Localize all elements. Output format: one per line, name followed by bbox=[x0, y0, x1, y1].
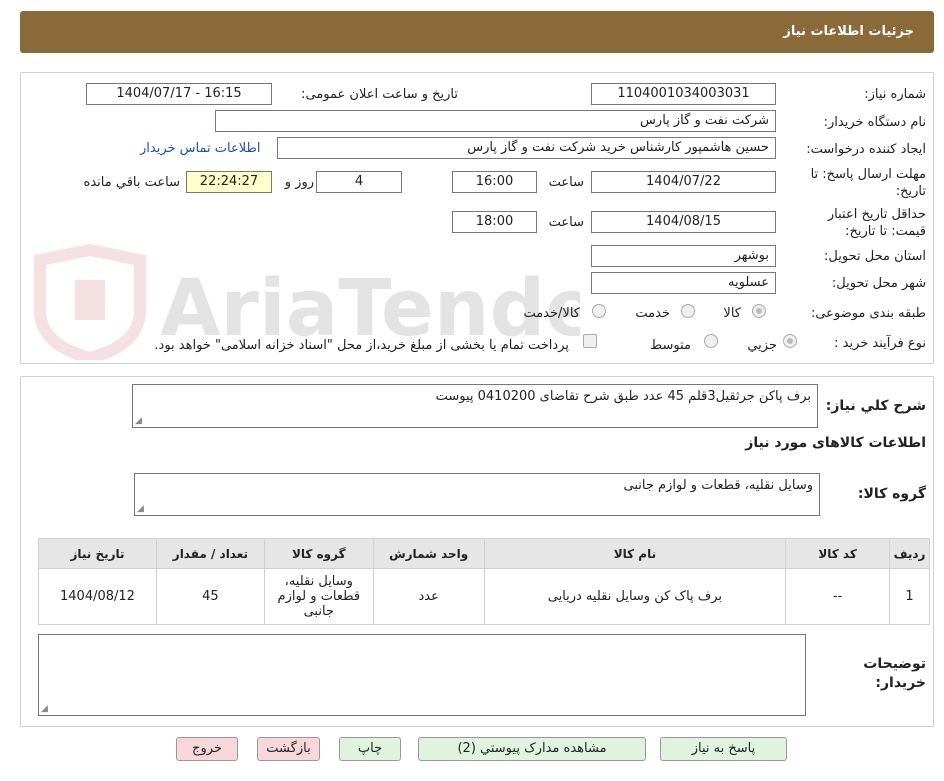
deadline-label-line1: مهلت ارسال پاسخ: تا bbox=[810, 167, 926, 182]
buyer-org-field: شرکت نفت و گاز پارس bbox=[215, 110, 776, 132]
deadline-hour-label: ساعت bbox=[548, 175, 584, 190]
exit-button[interactable]: خروج bbox=[176, 737, 238, 761]
days-label: روز و bbox=[284, 175, 314, 190]
need-number-label: شماره نیاز: bbox=[864, 87, 926, 102]
deadline-date-field: 1404/07/22 bbox=[591, 171, 776, 193]
goods-table: ردیف کد کالا نام کالا واحد شمارش گروه کا… bbox=[38, 538, 930, 625]
city-label: شهر محل تحویل: bbox=[831, 276, 926, 291]
category-option-service: خدمت bbox=[635, 306, 670, 321]
description-text: برف پاکن جرثقیل3قلم 45 عدد طبق شرح تقاضا… bbox=[435, 389, 811, 404]
validity-time-field: 18:00 bbox=[452, 211, 537, 233]
treasury-payment-note: پرداخت تمام یا بخشی از مبلغ خرید،از محل … bbox=[154, 338, 569, 353]
buyer-contact-link[interactable]: اطلاعات تماس خریدار bbox=[140, 141, 260, 156]
goods-group-textarea: وسایل نقلیه، قطعات و لوازم جانبی ◢ bbox=[134, 473, 820, 516]
deadline-label-line2: تاریخ: bbox=[895, 184, 926, 199]
view-attachments-button[interactable]: مشاهده مدارک پیوستي (2) bbox=[418, 737, 646, 761]
category-label: طبقه بندی موضوعی: bbox=[810, 306, 926, 321]
cell-quantity: 45 bbox=[155, 568, 265, 625]
description-textarea: برف پاکن جرثقیل3قلم 45 عدد طبق شرح تقاضا… bbox=[132, 384, 818, 428]
resize-grip-icon: ◢ bbox=[41, 704, 48, 714]
goods-group-label: گروه کالا: bbox=[857, 486, 926, 502]
requester-label: ایجاد کننده درخواست: bbox=[806, 142, 926, 157]
col-unit: واحد شمارش bbox=[372, 538, 485, 569]
announce-datetime-label: تاریخ و ساعت اعلان عمومی: bbox=[301, 87, 458, 102]
cell-goods-name: برف پاک کن وسایل نقلیه دریایی bbox=[483, 568, 787, 625]
buyer-notes-label-line2: خریدار: bbox=[875, 675, 926, 691]
province-field: بوشهر bbox=[591, 245, 776, 267]
category-option-goods: کالا bbox=[723, 306, 741, 321]
category-option-goods-service: کالا/خدمت bbox=[523, 306, 580, 321]
category-radio-goods-service[interactable] bbox=[592, 304, 606, 318]
province-label: استان محل تحویل: bbox=[824, 249, 926, 264]
cell-goods-code: -- bbox=[785, 568, 891, 625]
time-remaining-field: 22:24:27 bbox=[186, 171, 272, 193]
treasury-payment-checkbox[interactable] bbox=[583, 334, 597, 348]
time-remaining-label: ساعت باقي مانده bbox=[83, 175, 180, 190]
cell-goods-group: وسایل نقلیه، قطعات و لوازم جانبی bbox=[263, 568, 374, 625]
goods-group-text: وسایل نقلیه، قطعات و لوازم جانبی bbox=[623, 478, 813, 493]
goods-table-header-row: ردیف کد کالا نام کالا واحد شمارش گروه کا… bbox=[38, 538, 930, 569]
validity-date-field: 1404/08/15 bbox=[591, 211, 776, 233]
resize-grip-icon: ◢ bbox=[137, 504, 144, 514]
days-remaining-field: 4 bbox=[316, 171, 402, 193]
col-goods-code: کد کالا bbox=[785, 538, 891, 569]
back-button[interactable]: بازگشت bbox=[257, 737, 320, 761]
page-title: جزئیات اطلاعات نیاز bbox=[783, 24, 914, 39]
buyer-notes-textarea[interactable]: ◢ bbox=[38, 634, 806, 716]
city-field: عسلویه bbox=[591, 272, 776, 294]
announce-datetime-field: 1404/07/17 - 16:15 bbox=[86, 83, 272, 105]
category-radio-goods[interactable] bbox=[752, 304, 766, 318]
description-label: شرح کلي نياز: bbox=[825, 398, 926, 414]
category-radio-service[interactable] bbox=[681, 304, 695, 318]
resize-grip-icon: ◢ bbox=[135, 416, 142, 426]
col-need-date: تاریخ نیاز bbox=[38, 538, 157, 569]
cell-unit: عدد bbox=[372, 568, 485, 625]
col-row-number: ردیف bbox=[889, 538, 930, 569]
process-type-label: نوع فرآیند خرید : bbox=[834, 336, 926, 351]
reply-button[interactable]: پاسخ به نیاز bbox=[660, 737, 787, 761]
page-header: جزئیات اطلاعات نیاز bbox=[20, 11, 934, 53]
col-quantity: تعداد / مقدار bbox=[155, 538, 265, 569]
cell-row-number: 1 bbox=[889, 568, 930, 625]
buyer-notes-label-line1: توضیحات bbox=[863, 656, 926, 672]
need-number-field: 1104001034003031 bbox=[591, 83, 776, 105]
process-option-minor: جزیي bbox=[747, 338, 777, 353]
validity-hour-label: ساعت bbox=[548, 215, 584, 230]
print-button[interactable]: چاپ bbox=[339, 737, 401, 761]
validity-label-line1: حداقل تاریخ اعتبار bbox=[827, 207, 926, 222]
goods-info-title: اطلاعات کالاهای مورد نیاز bbox=[745, 435, 926, 451]
buyer-org-label: نام دستگاه خریدار: bbox=[823, 115, 926, 130]
process-radio-minor[interactable] bbox=[783, 334, 797, 348]
process-radio-medium[interactable] bbox=[704, 334, 718, 348]
table-row: 1 -- برف پاک کن وسایل نقلیه دریایی عدد و… bbox=[38, 568, 930, 625]
col-goods-group: گروه کالا bbox=[263, 538, 374, 569]
cell-need-date: 1404/08/12 bbox=[38, 568, 157, 625]
process-option-medium: متوسط bbox=[650, 338, 691, 353]
deadline-time-field: 16:00 bbox=[452, 171, 537, 193]
requester-field: حسین هاشمپور کارشناس خرید شرکت نفت و گاز… bbox=[277, 137, 776, 159]
validity-label-line2: قیمت: تا تاریخ: bbox=[845, 224, 926, 239]
col-goods-name: نام کالا bbox=[483, 538, 787, 569]
